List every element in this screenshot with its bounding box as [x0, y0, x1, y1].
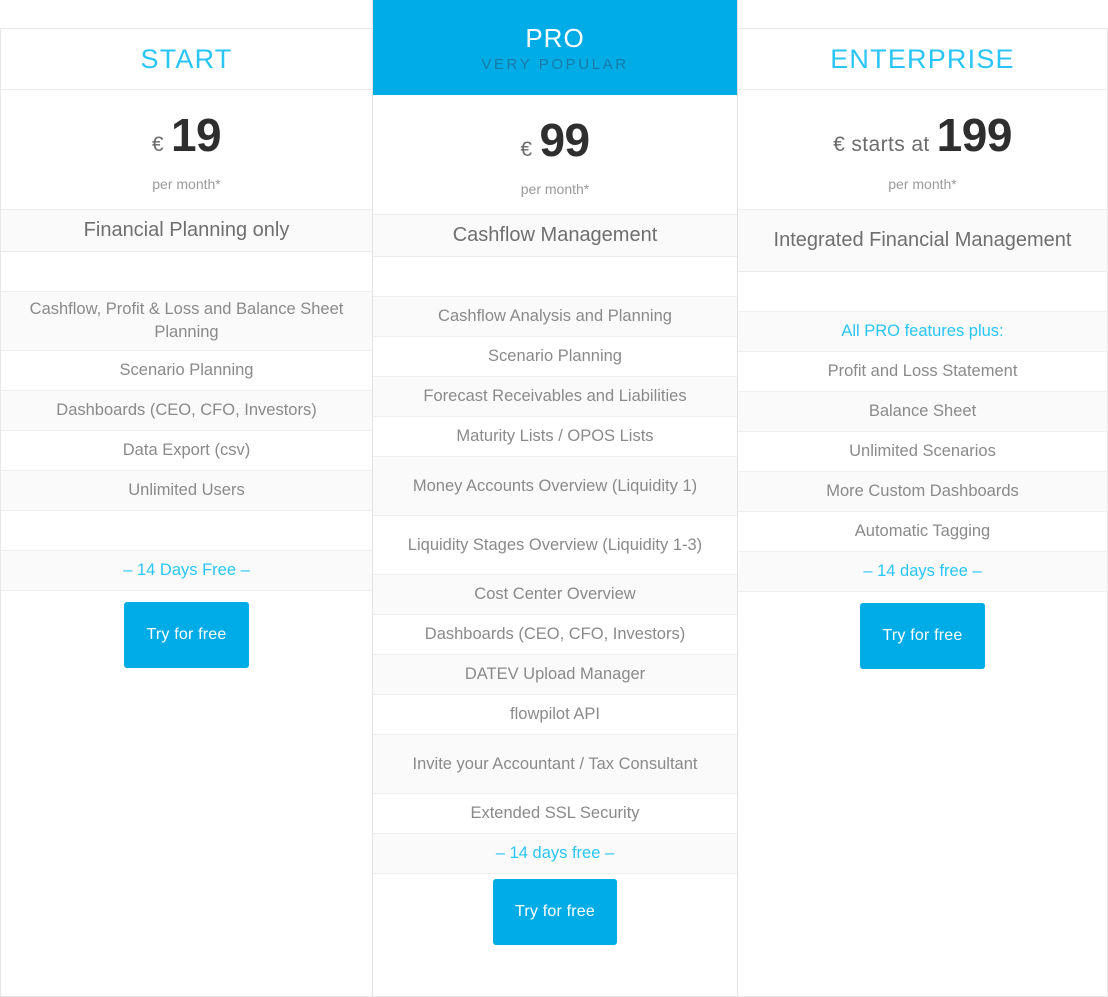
feature-row	[373, 257, 737, 297]
price-period-enterprise: per month*	[888, 175, 957, 192]
cta-area-pro: Try for free	[373, 874, 737, 974]
plan-header-pro: PRO VERY POPULAR	[373, 0, 737, 95]
feature-row	[1, 511, 372, 551]
feature-row: Cashflow, Profit & Loss and Balance Shee…	[1, 292, 372, 351]
plan-name-start: START	[140, 43, 233, 74]
price-period-pro: per month*	[520, 180, 590, 197]
price-block-start: € 19 per month*	[1, 90, 372, 210]
feature-row: DATEV Upload Manager	[373, 655, 737, 695]
price-block-pro: € 99 per month*	[373, 95, 737, 215]
feature-row: All PRO features plus:	[738, 312, 1107, 352]
price-period-start: per month*	[152, 175, 221, 192]
feature-row: Maturity Lists / OPOS Lists	[373, 417, 737, 457]
feature-row: Dashboards (CEO, CFO, Investors)	[373, 615, 737, 655]
plan-name-pro: PRO	[525, 22, 585, 53]
plan-subtitle-pro: Cashflow Management	[373, 215, 737, 257]
pricing-plan-pro: PRO VERY POPULAR € 99 per month* Cashflo…	[372, 0, 738, 997]
cta-area-enterprise: Try for free	[738, 592, 1107, 692]
plan-subtitle-start: Financial Planning only	[1, 210, 372, 252]
feature-row: Profit and Loss Statement	[738, 352, 1107, 392]
pricing-plan-start: START € 19 per month* Financial Planning…	[0, 28, 372, 997]
feature-list-pro: Cashflow Analysis and Planning Scenario …	[373, 257, 737, 874]
feature-row-trial: – 14 Days Free –	[1, 551, 372, 591]
price-amount-start: 19	[170, 108, 222, 161]
feature-row	[738, 272, 1107, 312]
feature-row: More Custom Dashboards	[738, 472, 1107, 512]
feature-row: Unlimited Scenarios	[738, 432, 1107, 472]
feature-row: flowpilot API	[373, 695, 737, 735]
plan-header-enterprise: ENTERPRISE	[738, 29, 1107, 90]
feature-row-trial: – 14 days free –	[373, 834, 737, 874]
pricing-table: START € 19 per month* Financial Planning…	[0, 0, 1108, 997]
feature-row: Cost Center Overview	[373, 575, 737, 615]
feature-list-start: Cashflow, Profit & Loss and Balance Shee…	[1, 252, 372, 591]
try-for-free-button-pro[interactable]: Try for free	[492, 879, 618, 945]
feature-row: Forecast Receivables and Liabilities	[373, 377, 737, 417]
feature-row: Scenario Planning	[373, 337, 737, 377]
plan-subtitle-enterprise: Integrated Financial Management	[738, 210, 1107, 272]
price-line-start: € 19	[151, 108, 222, 162]
pricing-plan-enterprise: ENTERPRISE € starts at 199 per month* In…	[738, 28, 1108, 997]
feature-row: Dashboards (CEO, CFO, Investors)	[1, 391, 372, 431]
price-line-enterprise: € starts at 199	[833, 108, 1012, 162]
feature-row-trial: – 14 days free –	[738, 552, 1107, 592]
price-currency-enterprise: € starts at	[833, 132, 930, 156]
feature-row: Data Export (csv)	[1, 431, 372, 471]
feature-row: Automatic Tagging	[738, 512, 1107, 552]
feature-row: Balance Sheet	[738, 392, 1107, 432]
feature-row: Cashflow Analysis and Planning	[373, 297, 737, 337]
feature-row: Money Accounts Overview (Liquidity 1)	[373, 457, 737, 516]
feature-row: Scenario Planning	[1, 351, 372, 391]
price-currency-pro: €	[520, 137, 533, 161]
price-amount-pro: 99	[539, 113, 590, 166]
feature-row: Unlimited Users	[1, 471, 372, 511]
try-for-free-button-start[interactable]: Try for free	[124, 602, 249, 668]
price-amount-enterprise: 199	[936, 108, 1013, 161]
plan-header-start: START	[1, 29, 372, 90]
feature-row	[1, 252, 372, 292]
price-block-enterprise: € starts at 199 per month*	[738, 90, 1107, 210]
plan-name-enterprise: ENTERPRISE	[830, 43, 1015, 74]
feature-row: Extended SSL Security	[373, 794, 737, 834]
price-line-pro: € 99	[520, 113, 590, 167]
plan-tagline-pro: VERY POPULAR	[481, 55, 629, 73]
price-currency-start: €	[151, 132, 164, 156]
feature-list-enterprise: All PRO features plus: Profit and Loss S…	[738, 272, 1107, 592]
feature-row: Liquidity Stages Overview (Liquidity 1-3…	[373, 516, 737, 575]
cta-area-start: Try for free	[1, 591, 372, 691]
try-for-free-button-enterprise[interactable]: Try for free	[860, 603, 985, 669]
feature-row: Invite your Accountant / Tax Consultant	[373, 735, 737, 794]
